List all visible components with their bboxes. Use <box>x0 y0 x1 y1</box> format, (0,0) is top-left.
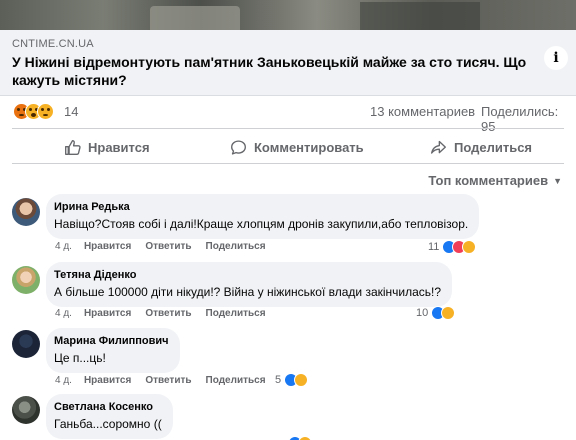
comment-time[interactable]: 4 д. <box>55 241 72 252</box>
share-label: Поделиться <box>454 139 533 155</box>
divider <box>12 128 564 129</box>
comment-reactions[interactable] <box>285 436 312 440</box>
comment-author[interactable]: Светлана Косенко <box>54 400 162 414</box>
comment-author[interactable]: Тетяна Діденко <box>54 268 441 282</box>
reaction-count: 5 <box>275 374 282 386</box>
comment-author[interactable]: Ирина Редька <box>54 200 468 214</box>
comment-time[interactable]: 4 д. <box>55 308 72 319</box>
comment-bubble: Светлана Косенко Ганьба...соромно (( <box>46 394 173 439</box>
comment-reply-link[interactable]: Ответить <box>145 241 191 252</box>
link-preview-image[interactable] <box>0 0 576 30</box>
comment-meta: 4 д. Нравится Ответить Поделиться <box>55 308 280 319</box>
like-label: Нравится <box>88 139 150 155</box>
comment-sort-dropdown[interactable]: Топ комментариев ▼ <box>428 173 562 188</box>
care-icon <box>294 373 309 387</box>
comment-share-link[interactable]: Поделиться <box>206 375 266 386</box>
comment-reactions[interactable]: 10 <box>416 306 456 320</box>
image-detail <box>360 2 480 30</box>
divider <box>12 163 564 164</box>
avatar[interactable] <box>12 330 40 358</box>
chevron-down-icon: ▼ <box>553 175 562 186</box>
comment-reactions[interactable]: 5 <box>275 373 309 387</box>
comment-bubble: Тетяна Діденко А більше 100000 діти ніку… <box>46 262 453 307</box>
image-detail <box>150 6 240 30</box>
avatar[interactable] <box>12 198 40 226</box>
comment-bubble: Марина Филиппович Це п...ць! <box>46 328 180 373</box>
reaction-count: 10 <box>416 307 429 319</box>
comment-reply-link[interactable]: Ответить <box>145 308 191 319</box>
comment-reply-link[interactable]: Ответить <box>145 375 191 386</box>
comment-share-link[interactable]: Поделиться <box>206 241 266 252</box>
comment-text: А більше 100000 діти нікуди!? Війна у ні… <box>54 285 442 299</box>
reaction-count[interactable]: 14 <box>64 104 78 119</box>
comment-like-link[interactable]: Нравится <box>84 308 131 319</box>
comment-like-link[interactable]: Нравится <box>84 375 131 386</box>
thumbs-up-icon <box>65 139 81 155</box>
avatar[interactable] <box>12 396 40 424</box>
comment-reactions[interactable]: 11 <box>428 240 477 254</box>
comment-meta: 4 д. Нравится Ответить Поделиться <box>55 375 280 386</box>
like-button[interactable]: Нравится <box>64 137 150 157</box>
comment-bubble-icon <box>231 139 246 155</box>
reaction-count: 11 <box>428 241 440 253</box>
comments-count[interactable]: 13 комментариев <box>370 104 475 119</box>
avatar[interactable] <box>12 266 40 294</box>
care-icon <box>462 240 477 254</box>
shares-count[interactable]: Поделились: 95 <box>481 104 576 134</box>
post-stats: 14 13 комментариев Поделились: 95 <box>0 100 576 134</box>
comment-text: Ганьба...соромно (( <box>54 417 162 431</box>
comment-button[interactable]: Комментировать <box>230 137 364 157</box>
share-arrow-icon <box>431 140 446 154</box>
comment-author[interactable]: Марина Филиппович <box>54 334 169 348</box>
info-icon[interactable]: i <box>544 46 568 70</box>
comment-share-link[interactable]: Поделиться <box>206 308 266 319</box>
sad-reaction-icon <box>37 103 54 120</box>
comment-text: Це п...ць! <box>54 351 106 365</box>
sort-label: Топ комментариев <box>428 173 549 188</box>
comment-label: Комментировать <box>254 139 364 155</box>
care-icon <box>441 306 456 320</box>
care-icon <box>298 436 312 440</box>
comment-bubble: Ирина Редька Навіщо?Стояв собі і далі!Кр… <box>46 194 480 239</box>
comment-like-link[interactable]: Нравится <box>84 241 131 252</box>
comment-text: Навіщо?Стояв собі і далі!Краще хлопцям д… <box>54 217 469 231</box>
share-button[interactable]: Поделиться <box>430 137 532 157</box>
link-preview[interactable]: CNTIME.CN.UA У Ніжині відремонтують пам'… <box>0 30 576 96</box>
comment-time[interactable]: 4 д. <box>55 375 72 386</box>
link-title[interactable]: У Ніжині відремонтують пам'ятник Заньков… <box>12 53 532 89</box>
link-domain: CNTIME.CN.UA <box>12 38 94 50</box>
post-actions: Нравится Комментировать Поделиться <box>0 132 576 162</box>
comment-meta: 4 д. Нравится Ответить Поделиться <box>55 241 280 252</box>
